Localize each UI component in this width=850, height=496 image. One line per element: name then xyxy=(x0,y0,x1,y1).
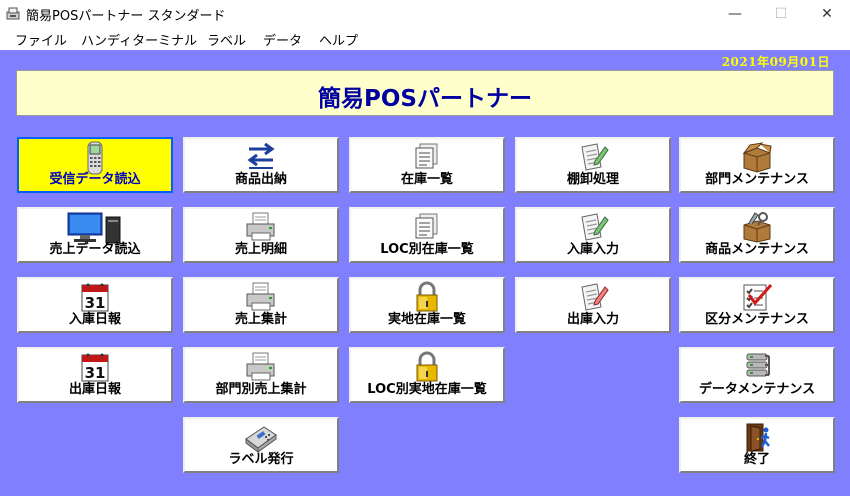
current-date: 2021年09月01日 xyxy=(721,55,830,69)
exit-button[interactable]: 終了 xyxy=(679,417,835,473)
loc-stock-list-label: LOC別在庫一覧 xyxy=(380,242,474,257)
stock-in-entry-button[interactable]: 入庫入力 xyxy=(515,207,671,263)
stock-in-daily-label: 入庫日報 xyxy=(68,312,121,327)
sales-detail-button[interactable]: 売上明細 xyxy=(183,207,339,263)
product-inout-label: 商品出納 xyxy=(234,172,287,187)
stock-list-label: 在庫一覧 xyxy=(400,172,453,187)
menu-bar: ファイル ハンディターミナル ラベル データ ヘルプ xyxy=(0,28,850,50)
menu-label[interactable]: ラベル xyxy=(207,30,246,49)
stock-in-daily-button[interactable]: 31 入庫日報 xyxy=(17,277,173,333)
stock-list-button[interactable]: 在庫一覧 xyxy=(349,137,505,193)
category-maintenance-label: 区分メンテナンス xyxy=(705,312,809,327)
stock-out-entry-label: 出庫入力 xyxy=(566,312,619,327)
product-maintenance-label: 商品メンテナンス xyxy=(705,242,809,257)
label-issue-button[interactable]: ラベル発行 xyxy=(183,417,339,473)
data-maintenance-label: データメンテナンス xyxy=(698,382,816,397)
stock-out-entry-button[interactable]: 出庫入力 xyxy=(515,277,671,333)
dept-sales-total-button[interactable]: 部門別売上集計 xyxy=(183,347,339,403)
transfer-arrows-icon xyxy=(247,142,275,169)
dept-sales-total-label: 部門別売上集計 xyxy=(215,382,307,397)
title-bar: 簡易POSパートナー スタンダード — ☐ ✕ xyxy=(0,0,850,28)
loc-actual-stock-list-button[interactable]: LOC別実地在庫一覧 xyxy=(349,347,505,403)
menu-handy-terminal[interactable]: ハンディターミナル xyxy=(81,30,197,49)
menu-help[interactable]: ヘルプ xyxy=(319,30,358,49)
stock-out-daily-button[interactable]: 31 出庫日報 xyxy=(17,347,173,403)
loc-stock-list-button[interactable]: LOC別在庫一覧 xyxy=(349,207,505,263)
data-maintenance-button[interactable]: データメンテナンス xyxy=(679,347,835,403)
banner-title: 簡易POSパートナー xyxy=(318,86,532,112)
sales-data-import-label: 売上データ読込 xyxy=(49,242,141,257)
close-button[interactable]: ✕ xyxy=(804,0,850,28)
inventory-process-label: 棚卸処理 xyxy=(566,172,619,187)
stock-out-daily-label: 出庫日報 xyxy=(68,382,121,397)
actual-stock-list-label: 実地在庫一覧 xyxy=(387,312,466,327)
stock-in-entry-label: 入庫入力 xyxy=(566,242,619,257)
sales-total-label: 売上集計 xyxy=(234,312,287,327)
documents-icon xyxy=(415,143,438,169)
window-title: 簡易POSパートナー スタンダード xyxy=(26,9,226,24)
app-window: 簡易POSパートナー スタンダード — ☐ ✕ ファイル ハンディターミナル ラ… xyxy=(0,0,850,496)
department-maintenance-button[interactable]: 部門メンテナンス xyxy=(679,137,835,193)
department-maintenance-label: 部門メンテナンス xyxy=(705,172,809,187)
documents-icon xyxy=(415,213,438,239)
receive-data-import-button[interactable]: 受信データ読込 xyxy=(17,137,173,193)
app-icon xyxy=(6,7,20,20)
sales-data-import-button[interactable]: 売上データ読込 xyxy=(17,207,173,263)
product-maintenance-button[interactable]: 商品メンテナンス xyxy=(679,207,835,263)
maximize-button[interactable]: ☐ xyxy=(758,0,804,28)
sales-total-button[interactable]: 売上集計 xyxy=(183,277,339,333)
receive-data-import-label: 受信データ読込 xyxy=(49,172,141,187)
category-maintenance-button[interactable]: 区分メンテナンス xyxy=(679,277,835,333)
menu-file[interactable]: ファイル xyxy=(15,30,67,49)
actual-stock-list-button[interactable]: 実地在庫一覧 xyxy=(349,277,505,333)
minimize-button[interactable]: — xyxy=(712,0,758,28)
loc-actual-stock-list-label: LOC別実地在庫一覧 xyxy=(367,382,487,397)
menu-data[interactable]: データ xyxy=(263,30,302,49)
title-banner: 簡易POSパートナー xyxy=(16,70,834,116)
exit-label: 終了 xyxy=(743,452,770,467)
product-inout-button[interactable]: 商品出納 xyxy=(183,137,339,193)
inventory-process-button[interactable]: 棚卸処理 xyxy=(515,137,671,193)
sales-detail-label: 売上明細 xyxy=(234,242,287,257)
label-issue-label: ラベル発行 xyxy=(228,452,294,467)
